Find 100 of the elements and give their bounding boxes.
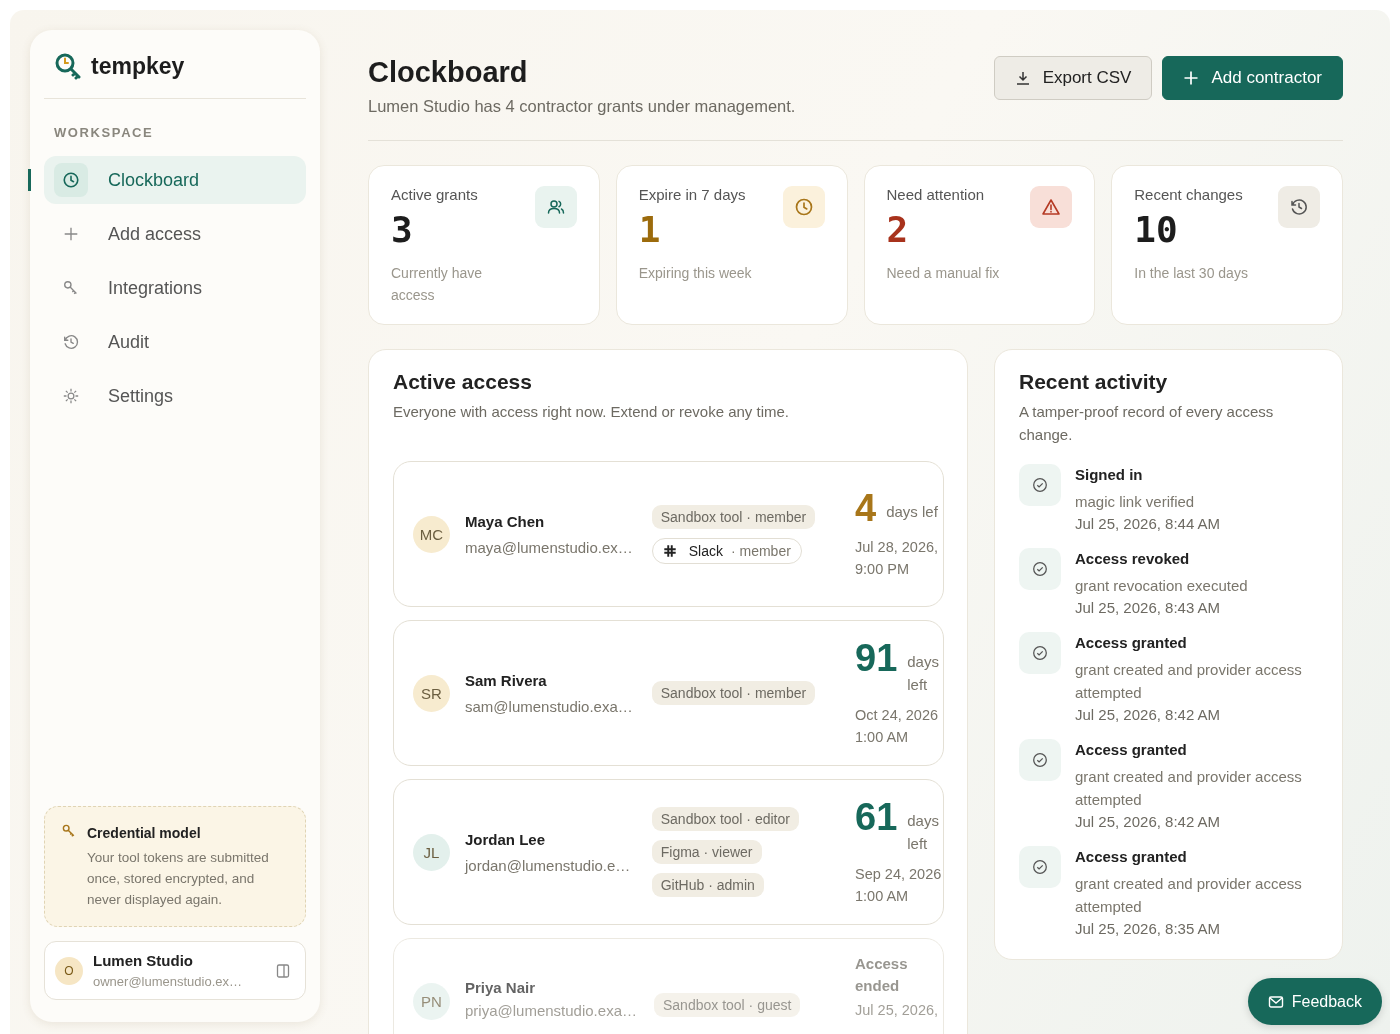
mail-icon [1267,993,1284,1010]
grant-card[interactable]: SR Sam Rivera sam@lumenstudio.exa… Sandbox tool · member 91 days left Oct 24, 2026 1:00 AM [393,620,944,766]
panel-toggle-icon[interactable] [275,962,291,979]
event-time: Jul 25, 2026, 8:43 AM [1075,599,1222,616]
section-label: WORKSPACE [54,125,155,140]
expiry-time: 9:00 PM [855,560,910,579]
panel-subtitle: A tamper-proof record of every access change. [1019,402,1275,445]
sun-icon [62,387,80,405]
expiry-date: Jul 25, 2026, [855,1001,940,1020]
days-count: 91 [855,638,898,678]
status-label: Access ended [855,954,909,996]
avatar: JL [413,833,450,871]
event-time: Jul 25, 2026, 8:44 AM [1075,515,1221,532]
stat-note: Currently have access [391,264,484,305]
event-title: Access granted [1075,848,1188,865]
history-icon [1289,197,1309,217]
contractor-email: sam@lumenstudio.exa… [465,697,634,715]
event-detail: magic link verified [1075,492,1196,512]
days-label: days lef [886,502,938,522]
sidebar-item[interactable]: Add access [44,210,306,258]
clock-icon [62,171,80,189]
check-icon [1019,464,1061,506]
stat-note: Expiring this week [638,264,753,283]
event-title: Access revoked [1075,550,1191,567]
brand-name: tempkey [91,52,185,80]
access-chip: Figma · viewer [651,840,762,864]
stat-value: 2 [886,209,910,250]
event-time: Jul 25, 2026, 8:35 AM [1075,920,1222,937]
stat-label: Recent changes [1134,186,1243,203]
grant-card[interactable]: MC Maya Chen maya@lumenstudio.ex… Sandbox tool · member Slack · member 4 days lef Jul 28, 2026, 9:00 PM [393,461,944,607]
stat-label: Active grants [391,186,478,203]
avatar: MC [413,515,450,553]
days-count: 61 [855,797,898,837]
access-chip: Sandbox tool · member [651,504,816,529]
event-detail: grant created and provider access attempted [1075,660,1303,703]
users-icon [545,197,566,217]
event-detail: grant revocation executed [1075,576,1248,596]
stat-label: Expire in 7 days [638,186,746,203]
page-title: Clockboard [368,56,529,89]
expiry-time: 1:00 AM [855,728,910,747]
check-icon [1019,548,1061,590]
expiry-date: Jul 28, 2026, [855,538,940,557]
history-icon [62,333,80,351]
check-icon [1019,632,1061,674]
event-time: Jul 25, 2026, 8:42 AM [1075,813,1222,830]
note-title: Credential model [87,825,202,841]
event-title: Access granted [1075,741,1188,758]
hash-icon [662,543,677,558]
stat-value: 1 [638,209,662,250]
sidebar-item[interactable]: Settings [44,372,306,420]
access-chip: Sandbox tool · guest [654,993,801,1017]
contractor-name: Sam Rivera [465,671,548,689]
event-detail: grant created and provider access attempted [1075,874,1303,917]
sidebar-item[interactable]: Clockboard [44,156,306,204]
access-chip: Sandbox tool · editor [651,807,799,831]
avatar: PN [413,983,450,1020]
days-label: days left [907,652,940,695]
event-title: Signed in [1075,466,1144,483]
add-contractor-button[interactable]: Add contractor [1162,56,1343,100]
tool-name: Slack [688,542,723,559]
account-email: owner@lumenstudio.ex… [93,974,244,989]
panel-title: Recent activity [1019,370,1169,394]
page-subtitle: Lumen Studio has 4 contractor grants under management. [368,97,796,116]
contractor-name: Maya Chen [465,512,546,530]
warning-icon [1041,197,1062,217]
download-icon [1014,70,1031,86]
plus-icon [62,225,80,243]
stat-label: Need attention [886,186,985,203]
feedback-button[interactable]: Feedback [1247,978,1382,1025]
days-count: 4 [855,488,877,528]
avatar: O [55,956,83,985]
panel-title: Active access [393,370,533,394]
stat-note: Need a manual fix [886,264,1001,283]
days-label: days left [907,811,940,854]
grant-card[interactable]: JL Jordan Lee jordan@lumenstudio.e… Sandbox tool · editor Figma · viewer GitHub · admin 61 days left Sep 24, 2026 1:00 AM [393,779,944,925]
panel-subtitle: Everyone with access right now. Extend or revoke any time. [393,402,791,422]
check-icon [1019,739,1061,781]
note-text: Your tool tokens are submitted once, stored encrypted, and never displayed again. [87,849,270,909]
check-icon [1019,846,1061,888]
access-chip: GitHub · admin [651,873,764,897]
contractor-name: Priya Nair [465,979,537,996]
event-title: Access granted [1075,634,1188,651]
key-icon [61,823,77,839]
stat-value: 10 [1134,209,1179,250]
event-detail: grant created and provider access attempted [1075,767,1303,810]
stat-note: In the last 30 days [1134,264,1249,283]
grant-card[interactable]: PN Priya Nair priya@lumenstudio.exa… Sandbox tool · guest Access ended Jul 25, 2026, [393,938,944,1034]
sidebar-item[interactable]: Audit [44,318,306,366]
magnifier-clock-icon [54,52,82,80]
clock-icon [793,197,814,217]
expiry-time: 1:00 AM [855,887,910,906]
avatar: SR [413,674,450,712]
event-time: Jul 25, 2026, 8:42 AM [1075,706,1222,723]
contractor-email: jordan@lumenstudio.e… [465,856,632,874]
stat-value: 3 [391,209,414,250]
role-label: · member [730,542,791,559]
plus-icon [1183,70,1200,86]
sidebar-item[interactable]: Integrations [44,264,306,312]
account-card[interactable]: O Lumen Studio owner@lumenstudio.ex… [44,941,306,1000]
export-button[interactable]: Export CSV [993,56,1153,100]
